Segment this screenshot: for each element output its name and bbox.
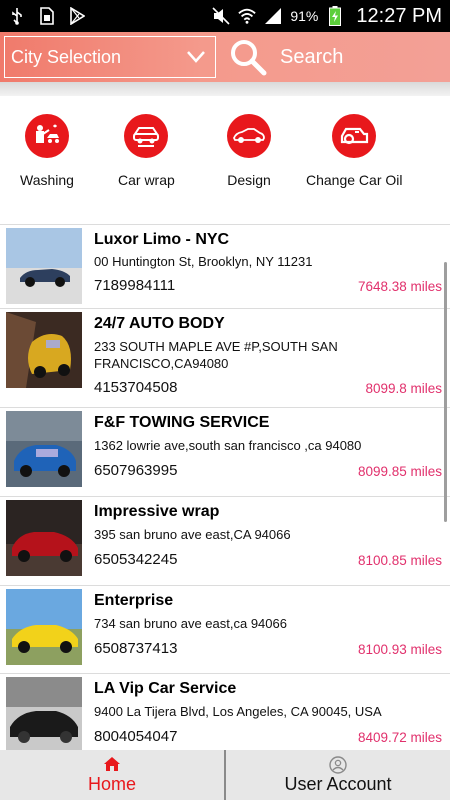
bottom-navigation: Home User Account (0, 750, 450, 800)
city-selection-dropdown[interactable]: City Selection (4, 36, 216, 78)
listing-name: Luxor Limo - NYC (94, 231, 230, 248)
category-label: Washing (20, 172, 74, 188)
listing-distance: 7648.38 miles (357, 279, 442, 294)
tab-user-account-label: User Account (284, 773, 392, 794)
listing-phone[interactable]: 6507963995 (94, 462, 177, 479)
signal-icon (264, 7, 282, 25)
mute-icon (212, 7, 230, 25)
listing-name: Enterprise (94, 592, 174, 609)
listing-address: 734 san bruno ave east,ca 94066 (94, 616, 287, 631)
search-button[interactable]: Search (228, 37, 343, 77)
listing-address: 00 Huntington St, Brooklyn, NY 11231 (94, 254, 313, 269)
listing-phone[interactable]: 6508737413 (94, 640, 177, 657)
battery-percent: 91% (290, 8, 319, 24)
listing-thumbnail (6, 500, 82, 576)
listing-name: F&F TOWING SERVICE (94, 414, 270, 431)
category-label: Car wrap (118, 172, 175, 188)
listing-address: 9400 La Tijera Blvd, Los Angeles, CA 900… (94, 704, 382, 719)
listing-distance: 8100.85 miles (357, 553, 442, 568)
status-bar: 91% 12:27 PM (0, 0, 450, 32)
sim-icon (38, 7, 56, 25)
category-label: Change Car Oil (306, 172, 403, 188)
category-label: Design (227, 172, 271, 188)
listing-distance: 8409.72 miles (357, 730, 442, 745)
listing-name: Impressive wrap (94, 503, 220, 520)
tab-user-account[interactable]: User Account (224, 750, 450, 800)
tab-home-label: Home (87, 773, 136, 794)
oil-change-icon (332, 114, 377, 158)
header-divider (0, 82, 450, 96)
washing-icon (24, 114, 69, 158)
home-icon (103, 756, 121, 772)
list-item[interactable]: Luxor Limo - NYC 00 Huntington St, Brook… (0, 224, 450, 308)
battery-icon (326, 6, 344, 26)
listing-distance: 8100.93 miles (357, 642, 442, 657)
category-car-wrap[interactable]: Car wrap (118, 114, 175, 188)
clock: 12:27 PM (356, 4, 442, 27)
list-item[interactable]: F&F TOWING SERVICE 1362 lowrie ave,south… (0, 407, 450, 496)
listing-name: 24/7 AUTO BODY (94, 315, 225, 332)
listing-phone[interactable]: 6505342245 (94, 551, 177, 568)
tab-home[interactable]: Home (0, 750, 224, 800)
list-item[interactable]: Enterprise 734 san bruno ave east,ca 940… (0, 585, 450, 673)
listing-thumbnail (6, 589, 82, 665)
listing-phone[interactable]: 4153704508 (94, 379, 177, 396)
wifi-icon (238, 7, 257, 25)
category-change-oil[interactable]: Change Car Oil (306, 114, 403, 188)
usb-icon (8, 7, 26, 25)
listing-thumbnail (6, 677, 82, 750)
listing-distance: 8099.85 miles (357, 464, 442, 479)
play-store-icon (68, 7, 86, 25)
list-item[interactable]: Impressive wrap 395 san bruno ave east,C… (0, 496, 450, 585)
listing-thumbnail (6, 411, 82, 487)
search-label: Search (280, 45, 344, 68)
listing-distance: 8099.8 miles (365, 381, 442, 396)
listing-name: LA Vip Car Service (94, 680, 237, 697)
search-icon (228, 37, 268, 77)
design-icon (227, 114, 271, 158)
list-item[interactable]: LA Vip Car Service 9400 La Tijera Blvd, … (0, 673, 450, 750)
listing-address: 395 san bruno ave east,CA 94066 (94, 527, 291, 542)
app-header: City Selection Search (0, 32, 450, 82)
listing-address: 233 SOUTH MAPLE AVE #P,SOUTH SAN FRANCIS… (94, 339, 338, 371)
category-washing[interactable]: Washing (20, 114, 74, 188)
user-icon (329, 755, 347, 774)
category-design[interactable]: Design (227, 114, 271, 188)
listing-address: 1362 lowrie ave,south san francisco ,ca … (94, 438, 362, 453)
list-scrollbar[interactable] (444, 262, 447, 522)
category-bar: Washing Car wrap Design Change Car Oil (0, 114, 450, 196)
listing-thumbnail (6, 228, 82, 304)
chevron-down-icon (183, 43, 209, 69)
listing-thumbnail (6, 312, 82, 388)
listing-phone[interactable]: 8004054047 (94, 728, 177, 745)
listing-phone[interactable]: 7189984111 (94, 277, 175, 294)
car-wrap-icon (124, 114, 169, 158)
service-list: Luxor Limo - NYC 00 Huntington St, Brook… (0, 224, 450, 750)
list-item[interactable]: 24/7 AUTO BODY 233 SOUTH MAPLE AVE #P,SO… (0, 308, 450, 407)
city-selection-label: City Selection (11, 46, 122, 67)
